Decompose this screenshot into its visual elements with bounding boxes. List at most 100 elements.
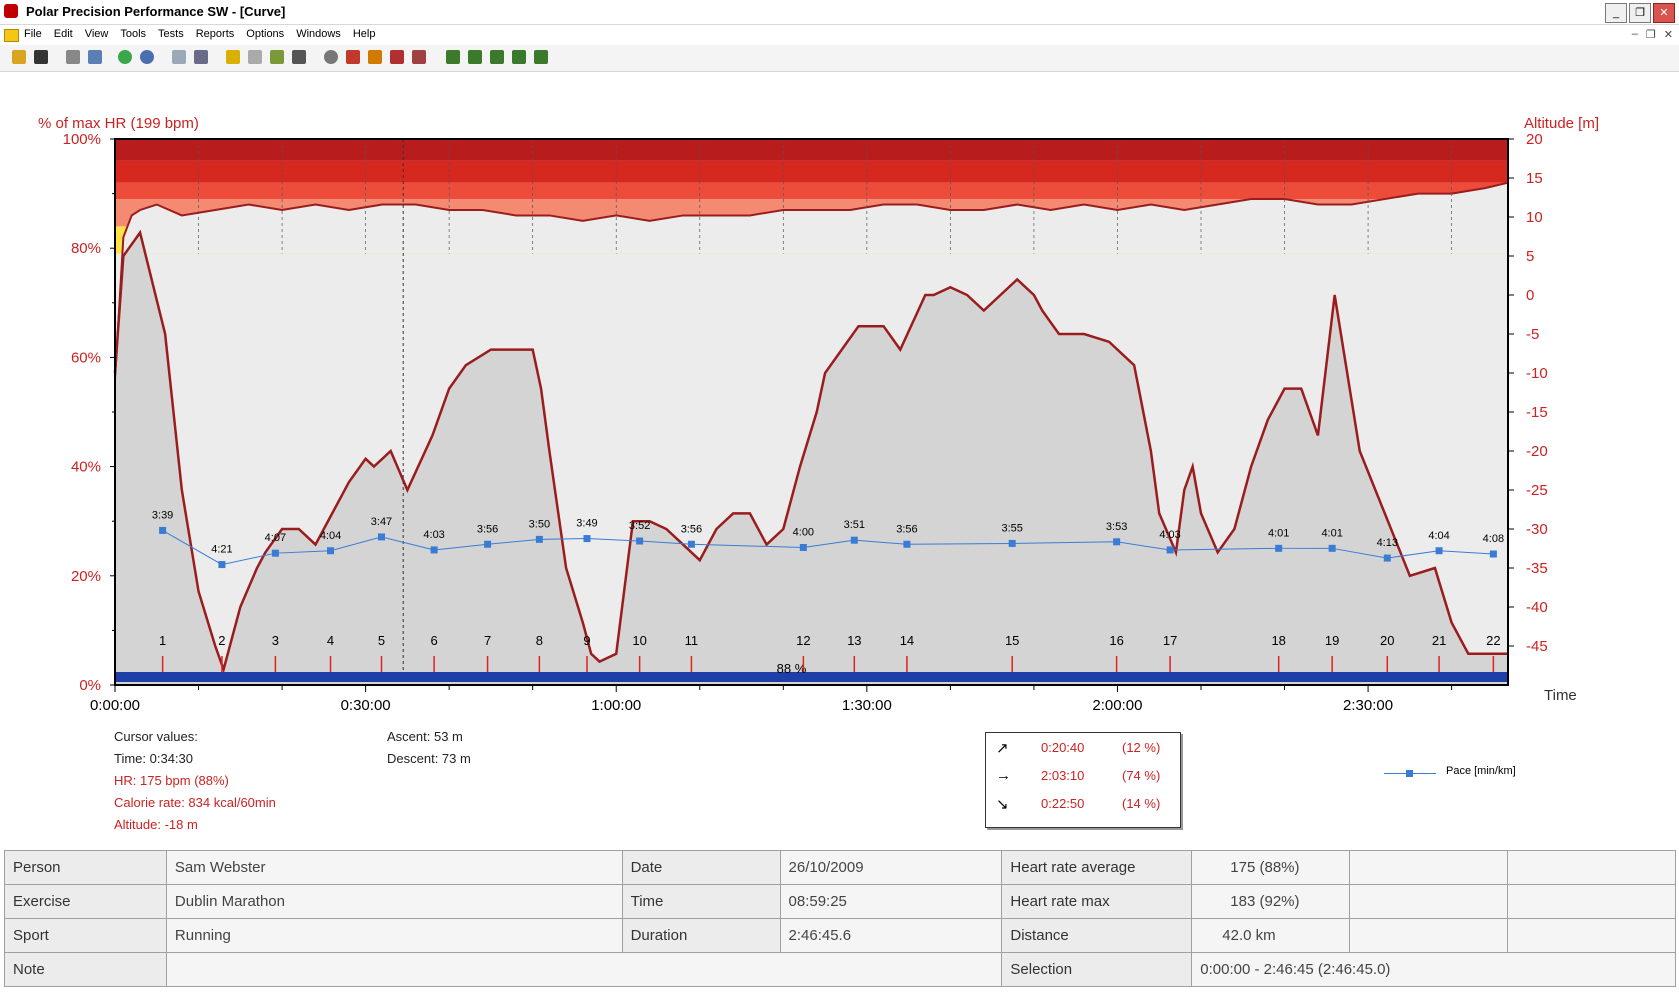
x-axis-tick-label: 0:00:00: [90, 697, 140, 714]
menu-tools[interactable]: Tools: [120, 28, 146, 40]
lap-number: 18: [1271, 633, 1285, 648]
right-axis-tick-label: -10: [1526, 365, 1548, 382]
pace-marker: [535, 535, 543, 543]
pace-label: 3:56: [477, 523, 498, 535]
menu-tests[interactable]: Tests: [158, 28, 184, 40]
menu-edit[interactable]: Edit: [54, 28, 73, 40]
pace-label: 4:01: [1268, 527, 1289, 539]
report-chart-5-icon[interactable]: [534, 50, 548, 64]
hr-max-value: 183 (92%): [1191, 884, 1351, 919]
report-chart-4-icon[interactable]: [512, 50, 526, 64]
right-axis-tick-label: -35: [1526, 560, 1548, 577]
report-chart-1-icon[interactable]: [446, 50, 460, 64]
hr-zone-band-1: [115, 160, 1508, 183]
date-value: 26/10/2009: [779, 850, 1003, 885]
exercise-summary-table: Person Sam Webster Date 26/10/2009 Heart…: [4, 850, 1676, 987]
uphill-arrow-icon: ↗: [996, 740, 1009, 757]
minimize-button[interactable]: _: [1605, 3, 1627, 23]
x-axis-tick-label: 2:00:00: [1092, 697, 1142, 714]
sport-label: Sport: [4, 918, 167, 953]
report-chart-3-icon[interactable]: [490, 50, 504, 64]
distance-label: Distance: [1001, 918, 1193, 953]
hr-zone-bar: [115, 672, 1508, 682]
book-icon[interactable]: [194, 50, 208, 64]
lap-number: 9: [583, 633, 590, 648]
left-axis-tick-label: 100%: [63, 131, 101, 148]
bar-chart-icon[interactable]: [248, 50, 262, 64]
right-axis-tick-label: -45: [1526, 638, 1548, 655]
percent-chart-icon[interactable]: [270, 50, 284, 64]
right-axis-tick-label: 5: [1526, 248, 1534, 265]
right-axis-tick-label: -15: [1526, 404, 1548, 421]
zone-bar-label: 88 %: [777, 661, 807, 676]
downhill-time: 0:22:50: [1041, 796, 1085, 811]
menu-file[interactable]: File: [24, 28, 42, 40]
pace-marker: [583, 535, 591, 543]
filter-icon[interactable]: [368, 50, 382, 64]
compare-icon[interactable]: [412, 50, 426, 64]
refresh-icon[interactable]: [118, 50, 132, 64]
duration-label: Duration: [621, 918, 781, 953]
uphill-time: 0:20:40: [1041, 740, 1085, 755]
pace-label: 3:52: [629, 520, 650, 532]
left-axis-tick-label: 0%: [79, 677, 101, 694]
left-axis-tick-label: 60%: [71, 349, 101, 366]
copy-icon[interactable]: [88, 50, 102, 64]
pace-marker: [903, 540, 911, 548]
menu-help[interactable]: Help: [353, 28, 376, 40]
lap-number: 5: [378, 633, 385, 648]
zoom-icon[interactable]: [324, 50, 338, 64]
downhill-arrow-icon: ↘: [996, 796, 1009, 813]
note-value[interactable]: [165, 952, 1003, 987]
menu-reports[interactable]: Reports: [196, 28, 235, 40]
curve-chart-icon[interactable]: [226, 50, 240, 64]
right-axis-tick-label: 20: [1526, 131, 1543, 148]
curve-chart[interactable]: 88 % 3:39 1 4:21 2 4:07 3 4:04 4 3:47 5 4:03 6 3:56 7 3…: [0, 108, 1679, 733]
title-bar: Polar Precision Performance SW - [Curve]…: [0, 0, 1679, 25]
pace-marker: [636, 537, 644, 545]
pace-label: 4:13: [1377, 537, 1398, 549]
ascent-value: Ascent: 53 m: [387, 729, 463, 744]
restore-button[interactable]: ❐: [1629, 3, 1651, 23]
pace-marker: [327, 547, 335, 555]
left-axis-tick-label: 20%: [71, 568, 101, 585]
swap-icon[interactable]: [390, 50, 404, 64]
menu-view[interactable]: View: [85, 28, 109, 40]
descent-value: Descent: 73 m: [387, 751, 471, 766]
x-axis-tick-label: 0:30:00: [341, 697, 391, 714]
lap-number: 10: [632, 633, 646, 648]
menu-windows[interactable]: Windows: [296, 28, 341, 40]
menu-options[interactable]: Options: [246, 28, 284, 40]
table-icon[interactable]: [292, 50, 306, 64]
pace-label: 3:56: [896, 523, 917, 535]
close-button[interactable]: ✕: [1653, 3, 1675, 23]
mdi-minimize-button[interactable]: –: [1632, 28, 1638, 41]
flat-arrow-icon: →: [996, 767, 1011, 784]
pace-label: 4:21: [211, 544, 232, 556]
pace-label: 4:08: [1483, 533, 1504, 545]
save-icon[interactable]: [34, 50, 48, 64]
print-icon[interactable]: [66, 50, 80, 64]
calendar-icon[interactable]: [172, 50, 186, 64]
ascent-descent-panel: Ascent: 53 m Descent: 73 m: [387, 726, 471, 770]
pace-legend-marker: [1406, 770, 1413, 777]
chart-svg[interactable]: 88 % 3:39 1 4:21 2 4:07 3 4:04 4 3:47 5 4:03 6 3:56 7 3…: [0, 108, 1679, 728]
report-chart-2-icon[interactable]: [468, 50, 482, 64]
duration-value: 2:46:45.6: [779, 918, 1003, 953]
lap-number: 6: [430, 633, 437, 648]
exercise-value: Dublin Marathon: [165, 884, 623, 919]
lap-number: 21: [1432, 633, 1446, 648]
open-folder-icon[interactable]: [12, 50, 26, 64]
mdi-restore-button[interactable]: ❐: [1646, 28, 1656, 41]
selection-label: Selection: [1001, 952, 1193, 987]
pace-label: 3:50: [529, 518, 550, 530]
pace-label: 4:04: [1428, 530, 1449, 542]
globe-icon[interactable]: [140, 50, 154, 64]
pace-marker: [1275, 544, 1283, 552]
polar-app-icon: [4, 4, 18, 18]
edit-curve-icon[interactable]: [346, 50, 360, 64]
pace-label: 3:39: [152, 509, 173, 521]
mdi-close-button[interactable]: ✕: [1664, 28, 1673, 41]
lap-number: 7: [484, 633, 491, 648]
pace-marker: [687, 540, 695, 548]
